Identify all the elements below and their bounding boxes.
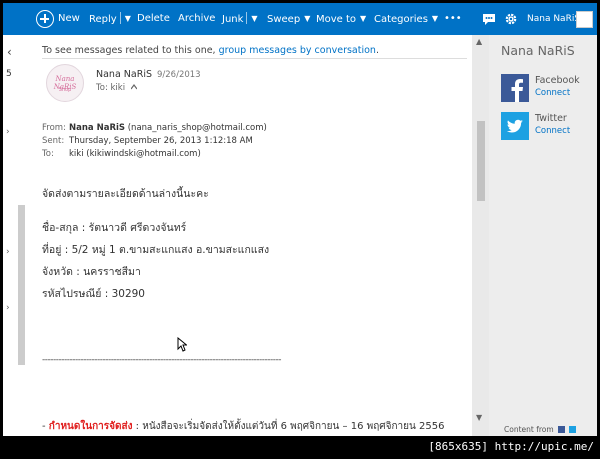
content-from-label: Content from [504, 425, 554, 434]
recipient-short[interactable]: To: kiki [96, 83, 125, 93]
folder-count: 5 [6, 69, 12, 79]
delivery-deadline: - กำหนดในการจัดส่ง : หนังสือจะเริ่มจัดส่… [42, 419, 444, 434]
message-list-edge: ‹ 5 › › › [3, 35, 27, 436]
chat-icon[interactable] [482, 12, 496, 26]
list-mark: › [6, 247, 10, 257]
twitter-connect-link[interactable]: Connect [535, 126, 570, 136]
facebook-icon [501, 74, 529, 102]
sent-key: Sent: [42, 136, 65, 146]
archive-button[interactable]: Archive [178, 3, 215, 35]
from-email: (nana_naris_shop@hotmail.com) [127, 123, 267, 133]
list-mark: › [6, 127, 10, 137]
chevron-left-icon[interactable]: ‹ [7, 45, 12, 59]
divider [42, 58, 467, 59]
reply-label: Reply [89, 14, 117, 25]
user-name[interactable]: Nana NaRiS [527, 3, 580, 35]
to-header: To: kiki (kikiwindski@hotmail.com) [42, 149, 201, 159]
categories-label: Categories [374, 14, 428, 25]
to-key: To: [42, 149, 54, 159]
sender-name[interactable]: Nana NaRiS [96, 69, 152, 80]
notice-end: . [375, 45, 379, 56]
scroll-up-icon[interactable]: ▲ [476, 37, 482, 46]
message-date: 9/26/2013 [157, 70, 201, 80]
to-value: kiki (kikiwindski@hotmail.com) [69, 149, 201, 159]
list-mark: › [6, 303, 10, 313]
chevron-down-icon[interactable]: ▼ [125, 3, 131, 35]
reading-scrollbar[interactable]: ▲ ▼ [472, 35, 489, 436]
body-line: จัดส่งตามรายละเอียดด้านล่างนี้นะคะ [42, 188, 209, 200]
sender-line: Nana NaRiS 9/26/2013 [96, 69, 201, 80]
body-line: ชื่อ-สกุล : รัตนาวดี ศรีดวงจันทร์ [42, 222, 187, 234]
recipient-line: To: kiki [96, 83, 138, 93]
deadline-label: กำหนดในการจัดส่ง [48, 421, 133, 432]
facebook-icon [558, 426, 566, 433]
facebook-connect[interactable]: Facebook Connect [501, 74, 595, 102]
categories-button[interactable]: Categories ▼ [374, 3, 438, 35]
chevron-up-icon[interactable] [130, 84, 138, 90]
notice-text: To see messages related to this one, [42, 45, 219, 56]
twitter-name: Twitter [535, 113, 567, 124]
new-label: New [58, 13, 80, 24]
sweep-label: Sweep [267, 14, 301, 25]
sent-value: Thursday, September 26, 2013 1:12:18 AM [69, 136, 253, 146]
chevron-down-icon: ▼ [304, 14, 311, 23]
sender-avatar[interactable]: Nana NaRiS Shop [46, 64, 84, 102]
reading-pane: To see messages related to this one, gro… [27, 35, 472, 436]
separator-dashes: ----------------------------------------… [42, 355, 282, 365]
image-footer: [865x635] http://upic.me/ [0, 436, 600, 459]
chevron-down-icon: ▼ [431, 14, 439, 23]
sent-header: Sent: Thursday, September 26, 2013 1:12:1… [42, 136, 253, 146]
scroll-thumb[interactable] [477, 121, 485, 201]
conversation-notice: To see messages related to this one, gro… [42, 45, 379, 56]
user-avatar[interactable] [576, 11, 593, 28]
facebook-connect-link[interactable]: Connect [535, 88, 570, 98]
deadline-prefix: - [42, 421, 49, 432]
reply-button[interactable]: Reply ▼ [89, 3, 131, 35]
chevron-down-icon[interactable]: ▼ [251, 3, 257, 35]
junk-button[interactable]: Junk ▼ [222, 3, 258, 35]
from-header: From: Nana NaRiS (nana_naris_shop@hotmail… [42, 123, 267, 133]
avatar-logo-subtext: Shop [58, 87, 72, 93]
people-pane: Nana NaRiS Facebook Connect Twitter Conn… [489, 35, 597, 436]
twitter-icon [569, 426, 577, 433]
deadline-text: : หนังสือจะเริ่มจัดส่งให้ตั้งแต่วันที่ 6… [132, 421, 445, 432]
move-to-button[interactable]: Move to ▼ [316, 3, 366, 35]
body-line: จังหวัด : นครราชสีมา [42, 266, 141, 278]
command-bar: New Reply ▼ Delete Archive Junk ▼ Sweep ▼ M… [3, 3, 597, 35]
app-window: New Reply ▼ Delete Archive Junk ▼ Sweep ▼ M… [3, 3, 597, 436]
plus-icon [36, 10, 54, 28]
from-name: Nana NaRiS [69, 123, 126, 133]
content-from: Content from [504, 425, 577, 434]
group-conversation-link[interactable]: group messages by conversation [219, 45, 376, 56]
scroll-down-icon[interactable]: ▼ [476, 413, 482, 422]
more-button[interactable]: ••• [444, 3, 462, 35]
body-line: ที่อยู่ : 5/2 หมู่ 1 ต.ขามสะแกแสง อ.ขามส… [42, 244, 270, 256]
junk-label: Junk [222, 14, 244, 25]
from-key: From: [42, 123, 66, 133]
move-to-label: Move to [316, 14, 357, 25]
list-scrollbar[interactable] [18, 205, 25, 365]
facebook-name: Facebook [535, 75, 580, 86]
delete-button[interactable]: Delete [137, 3, 170, 35]
twitter-icon [501, 112, 529, 140]
contact-name: Nana NaRiS [501, 43, 575, 58]
chevron-down-icon: ▼ [360, 14, 367, 23]
watermark-text: [865x635] http://upic.me/ [428, 440, 594, 453]
gear-icon[interactable] [504, 12, 518, 26]
sweep-button[interactable]: Sweep ▼ [267, 3, 310, 35]
mouse-pointer-icon [177, 337, 187, 352]
twitter-connect[interactable]: Twitter Connect [501, 112, 595, 140]
body-line: รหัสไปรษณีย์ : 30290 [42, 288, 145, 300]
